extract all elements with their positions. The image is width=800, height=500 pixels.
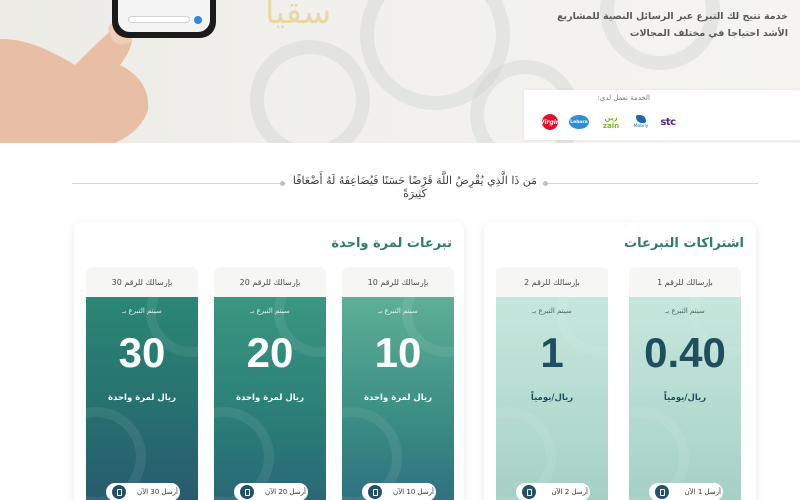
card-header: بإرسالك للرقم 1 bbox=[629, 267, 741, 297]
card-unit: ريال/يومياً bbox=[530, 393, 574, 403]
sms-icon bbox=[368, 485, 382, 499]
card-subtitle: سيتم التبرع بـ bbox=[122, 307, 162, 315]
card-subtitle: سيتم التبرع بـ bbox=[378, 307, 418, 315]
donation-card-2[interactable]: بإرسالك للرقم 2 سيتم التبرع بـ 1 ريال/يو… bbox=[496, 267, 608, 500]
phone-image bbox=[112, 0, 216, 38]
card-unit: ريال لمرة واحدة bbox=[107, 393, 177, 403]
operators-title: الخدمة تعمل لدى: bbox=[597, 94, 650, 102]
divider-line bbox=[548, 183, 758, 184]
card-amount: 0.40 bbox=[644, 329, 726, 376]
divider-line bbox=[72, 183, 282, 184]
card-header: بإرسالك للرقم 2 bbox=[496, 267, 608, 297]
card-header: بإرسالك للرقم 10 bbox=[342, 267, 454, 297]
hero-description-line1: خدمة تتيح لك التبرع عبر الرسائل النصية ل… bbox=[557, 11, 788, 22]
card-amount: 30 bbox=[118, 329, 166, 376]
zain-logo: زين zain bbox=[602, 114, 620, 130]
sms-icon bbox=[655, 485, 669, 499]
operators-box: الخدمة تعمل لدى: Virgin Lebara زين zain … bbox=[524, 90, 800, 140]
card-unit: ريال/يومياً bbox=[663, 393, 707, 403]
card-amount: 20 bbox=[246, 329, 294, 376]
calligraphy-decoration: سقيا bbox=[265, 0, 332, 32]
send-2-button[interactable]: أرسل 2 الآن bbox=[516, 483, 590, 500]
sms-icon bbox=[240, 485, 254, 499]
send-button-label: أرسل 20 الآن bbox=[265, 488, 306, 496]
card-subtitle: سيتم التبرع بـ bbox=[532, 307, 572, 315]
quran-verse-section: مَن ذَا الَّذِي يُقْرِضُ اللَّهَ قَرْضًا… bbox=[0, 168, 800, 200]
card-header: بإرسالك للرقم 30 bbox=[86, 267, 198, 297]
one-time-panel: تبرعات لمرة واحدة بإرسالك للرقم 10 سيتم … bbox=[74, 222, 464, 500]
mobily-logo: Mobily bbox=[630, 112, 652, 132]
card-amount: 10 bbox=[374, 329, 422, 376]
divider-dot bbox=[280, 181, 285, 186]
stc-logo: stc bbox=[660, 116, 676, 128]
send-20-button[interactable]: أرسل 20 الآن bbox=[234, 483, 308, 500]
card-subtitle: سيتم التبرع بـ bbox=[665, 307, 705, 315]
send-button-label: أرسل 30 الآن bbox=[137, 488, 178, 496]
card-amount: 1 bbox=[540, 329, 564, 376]
card-unit: ريال لمرة واحدة bbox=[235, 393, 305, 403]
donation-card-30[interactable]: بإرسالك للرقم 30 سيتم التبرع بـ 30 ريال … bbox=[86, 267, 198, 500]
send-10-button[interactable]: أرسل 10 الآن bbox=[362, 483, 436, 500]
quran-verse: مَن ذَا الَّذِي يُقْرِضُ اللَّهَ قَرْضًا… bbox=[292, 174, 538, 200]
send-button-label: أرسل 10 الآن bbox=[393, 488, 434, 496]
donation-card-1[interactable]: بإرسالك للرقم 1 سيتم التبرع بـ 0.40 ريال… bbox=[629, 267, 741, 500]
hero-pattern bbox=[250, 40, 370, 143]
send-1-button[interactable]: أرسل 1 الآن bbox=[649, 483, 723, 500]
donation-card-10[interactable]: بإرسالك للرقم 10 سيتم التبرع بـ 10 ريال … bbox=[342, 267, 454, 500]
send-button-label: أرسل 1 الآن bbox=[684, 488, 722, 496]
send-button-label: أرسل 2 الآن bbox=[551, 488, 589, 496]
hero-description: خدمة تتيح لك التبرع عبر الرسائل النصية ل… bbox=[538, 8, 788, 42]
donation-card-20[interactable]: بإرسالك للرقم 20 سيتم التبرع بـ 20 ريال … bbox=[214, 267, 326, 500]
hero-banner: سقيا خدمة تتيح لك التبرع عبر الرسائل الن… bbox=[0, 0, 800, 143]
hero-description-line2: الأشد احتياجا في مختلف المجالات bbox=[629, 28, 788, 39]
one-time-title: تبرعات لمرة واحدة bbox=[331, 236, 452, 251]
lebara-logo: Lebara bbox=[568, 112, 590, 132]
virgin-logo: Virgin bbox=[540, 112, 560, 132]
subscriptions-title: اشتراكات التبرعات bbox=[624, 236, 744, 251]
send-30-button[interactable]: أرسل 30 الآن bbox=[106, 483, 180, 500]
sms-icon bbox=[112, 485, 126, 499]
card-subtitle: سيتم التبرع بـ bbox=[250, 307, 290, 315]
card-unit: ريال لمرة واحدة bbox=[363, 393, 433, 403]
subscriptions-panel: اشتراكات التبرعات بإرسالك للرقم 1 سيتم ا… bbox=[484, 222, 756, 500]
sms-icon bbox=[522, 485, 536, 499]
card-header: بإرسالك للرقم 20 bbox=[214, 267, 326, 297]
